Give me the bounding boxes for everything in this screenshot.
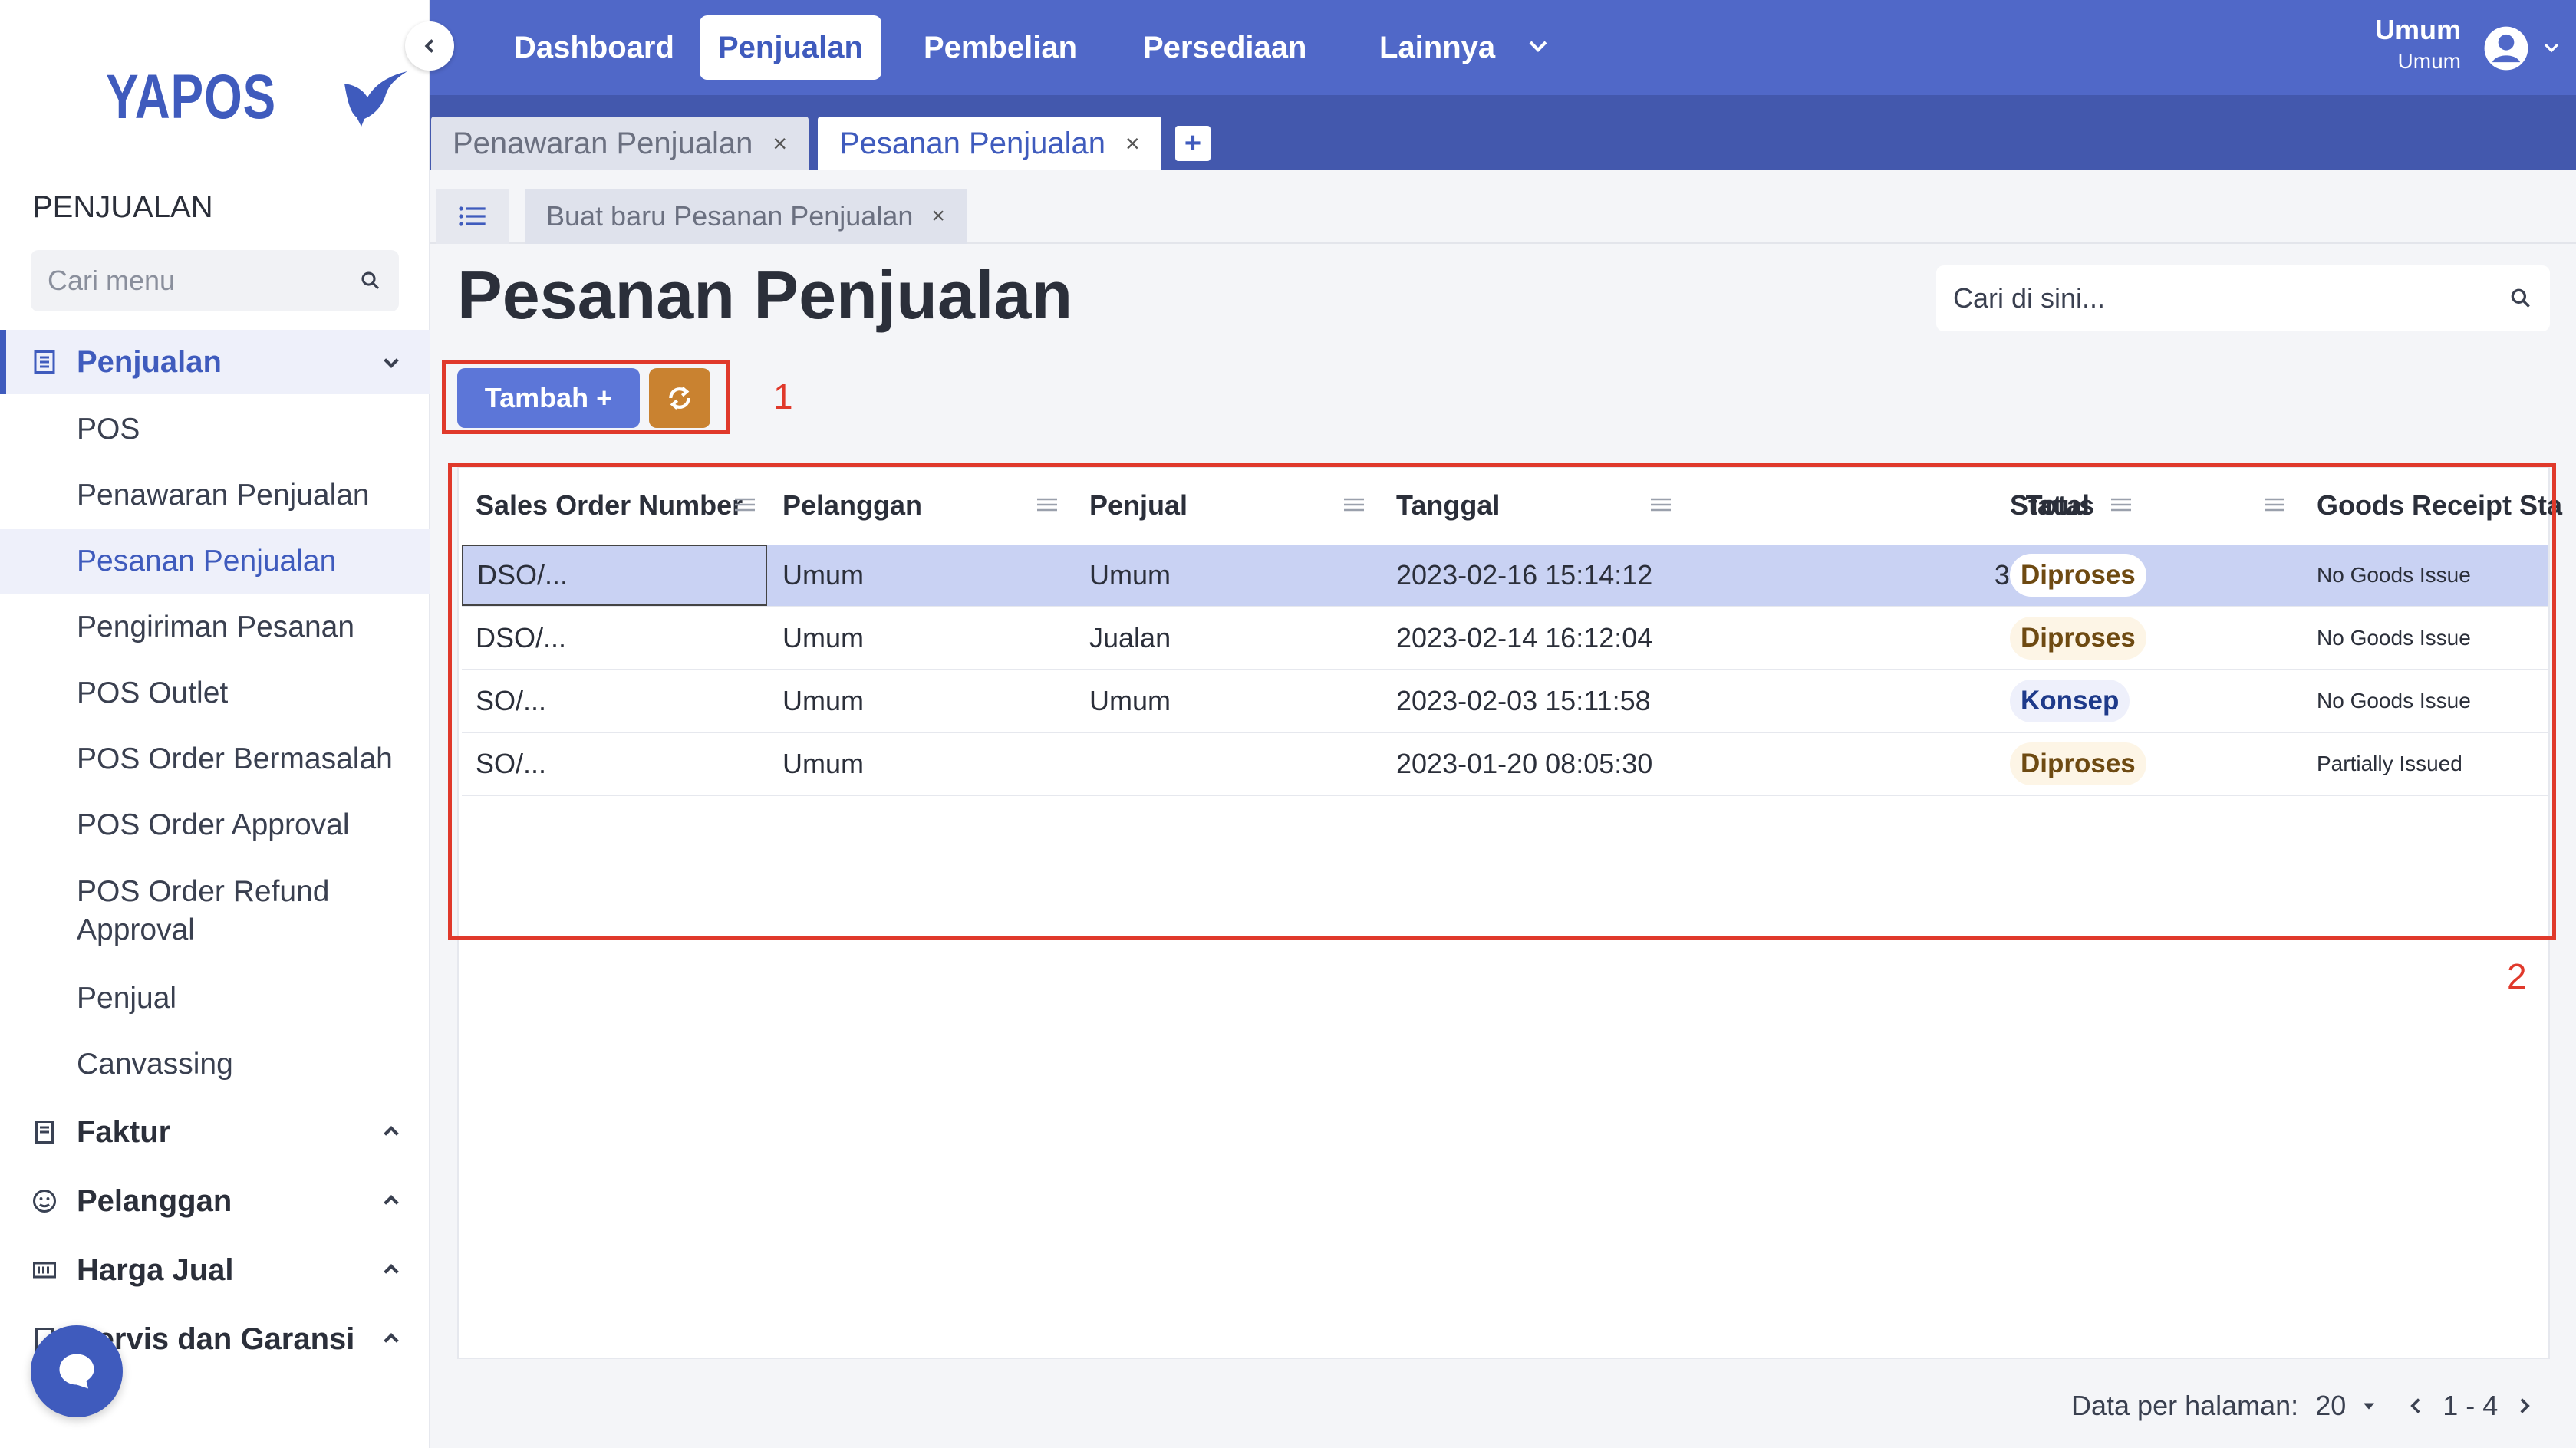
close-icon[interactable]: × [931, 203, 945, 229]
sidebar-group-label: Harga Jual [77, 1252, 234, 1287]
nav-penjualan[interactable]: Penjualan [700, 15, 881, 80]
sidebar-group-label: Penjualan [77, 344, 222, 379]
sidebar-search-input[interactable]: Cari menu [31, 250, 399, 311]
sidebar: YAPOS PENJUALAN Cari menu Penjualan POS … [0, 0, 430, 1448]
user-role: Umum [2397, 49, 2461, 73]
top-navbar: Dashboard Penjualan Pembelian Persediaan… [430, 0, 2576, 95]
sidebar-group-label: Servis dan Garansi [77, 1321, 355, 1356]
chevron-left-icon [424, 39, 434, 53]
search-input[interactable]: Cari di sini... [1936, 265, 2550, 331]
logo-text: YAPOS [106, 62, 276, 132]
list-icon [459, 206, 486, 226]
chevron-up-icon [384, 1333, 399, 1343]
sidebar-search-placeholder: Cari menu [48, 265, 176, 296]
sidebar-item-pos-order-refund-approval[interactable]: POS Order Refund Approval [0, 859, 430, 963]
tab-label: Pesanan Penjualan [839, 126, 1105, 160]
sidebar-item-pesanan-penjualan[interactable]: Pesanan Penjualan [0, 529, 430, 594]
annotation-box-1 [442, 360, 730, 434]
sidebar-item-pos[interactable]: POS [0, 397, 430, 462]
annotation-number-1: 1 [773, 377, 793, 416]
subtab-bar: Buat baru Pesanan Penjualan × [430, 170, 2576, 244]
sidebar-item-label: Pengiriman Pesanan [77, 610, 355, 643]
chevron-up-icon [384, 1195, 399, 1205]
receipt-icon [34, 350, 55, 374]
annotation-box-2 [448, 463, 2556, 940]
invoice-icon [35, 1121, 54, 1144]
sidebar-section-title: PENJUALAN [32, 190, 213, 224]
sidebar-item-label: Penjual [77, 982, 177, 1015]
subtab-buat-baru[interactable]: Buat baru Pesanan Penjualan × [525, 189, 967, 244]
chevron-down-icon[interactable] [1523, 31, 1553, 61]
price-tag-icon [33, 1262, 56, 1279]
sidebar-item-pos-order-bermasalah[interactable]: POS Order Bermasalah [0, 727, 430, 791]
sidebar-item-pengiriman-pesanan[interactable]: Pengiriman Pesanan [0, 595, 430, 660]
sidebar-group-label: Faktur [77, 1114, 171, 1149]
chevron-left-icon[interactable] [2403, 1393, 2429, 1419]
close-icon[interactable]: × [772, 130, 787, 158]
sidebar-group-harga-jual[interactable]: Harga Jual [0, 1238, 430, 1302]
sidebar-item-pos-order-approval[interactable]: POS Order Approval [0, 793, 430, 857]
tab-pesanan-penjualan[interactable]: Pesanan Penjualan × [818, 117, 1161, 170]
search-placeholder: Cari di sini... [1953, 282, 2106, 314]
tab-bar: Penawaran Penjualan × Pesanan Penjualan … [430, 95, 2576, 170]
tab-label: Penawaran Penjualan [453, 126, 753, 160]
sidebar-item-label-line2: Approval [77, 913, 195, 946]
sidebar-item-label: POS Order Approval [77, 808, 350, 841]
user-menu[interactable]: Umum Umum [2375, 14, 2461, 74]
add-tab-button[interactable]: + [1175, 126, 1211, 161]
sidebar-item-label: Canvassing [77, 1048, 233, 1081]
nav-persediaan[interactable]: Persediaan [1125, 15, 1325, 80]
close-icon[interactable]: × [1125, 130, 1140, 158]
avatar-icon[interactable] [2482, 25, 2530, 72]
logo[interactable]: YAPOS [106, 61, 410, 133]
sidebar-item-label: POS [77, 413, 140, 446]
sidebar-group-pelanggan[interactable]: Pelanggan [0, 1169, 430, 1233]
customer-icon [33, 1190, 56, 1213]
sidebar-item-canvassing[interactable]: Canvassing [0, 1032, 430, 1097]
collapse-sidebar-button[interactable] [405, 21, 454, 71]
list-view-button[interactable] [436, 189, 509, 244]
chevron-down-icon[interactable] [2539, 35, 2564, 60]
sidebar-item-pos-outlet[interactable]: POS Outlet [0, 661, 430, 726]
search-icon [361, 272, 380, 290]
annotation-number-2: 2 [2507, 956, 2527, 996]
pagination: Data per halaman: 20 1 - 4 [2071, 1390, 2538, 1422]
sidebar-item-label: Pesanan Penjualan [77, 545, 337, 578]
sidebar-item-label: POS Order Bermasalah [77, 742, 393, 775]
bird-logo-icon [344, 71, 407, 127]
chat-bubble-icon [59, 1354, 94, 1389]
nav-lainnya[interactable]: Lainnya [1361, 15, 1514, 80]
page-title: Pesanan Penjualan [457, 257, 1073, 333]
chevron-up-icon [384, 1126, 399, 1136]
caret-down-icon[interactable] [2358, 1395, 2380, 1417]
sidebar-group-label: Pelanggan [77, 1183, 232, 1218]
user-name: Umum [2374, 14, 2461, 45]
chevron-down-icon [384, 358, 399, 368]
search-icon [2511, 288, 2530, 308]
sidebar-group-penjualan[interactable]: Penjualan [0, 330, 430, 394]
per-page-select[interactable]: 20 [2315, 1390, 2346, 1422]
sidebar-item-penawaran-penjualan[interactable]: Penawaran Penjualan [0, 463, 430, 528]
sidebar-item-label: Penawaran Penjualan [77, 479, 370, 512]
page-range: 1 - 4 [2443, 1390, 2499, 1421]
sidebar-item-penjual[interactable]: Penjual [0, 966, 430, 1031]
sidebar-item-label: POS Order Refund [77, 875, 330, 908]
per-page-label: Data per halaman: [2071, 1390, 2299, 1421]
subtab-label: Buat baru Pesanan Penjualan [546, 200, 914, 232]
chevron-right-icon[interactable] [2512, 1393, 2538, 1419]
nav-dashboard[interactable]: Dashboard [496, 15, 693, 80]
tab-penawaran-penjualan[interactable]: Penawaran Penjualan × [431, 117, 809, 170]
chat-button[interactable] [31, 1325, 123, 1417]
chevron-up-icon [384, 1264, 399, 1274]
sidebar-group-faktur[interactable]: Faktur [0, 1100, 430, 1164]
nav-pembelian[interactable]: Pembelian [905, 15, 1095, 80]
sidebar-item-label: POS Outlet [77, 676, 229, 709]
